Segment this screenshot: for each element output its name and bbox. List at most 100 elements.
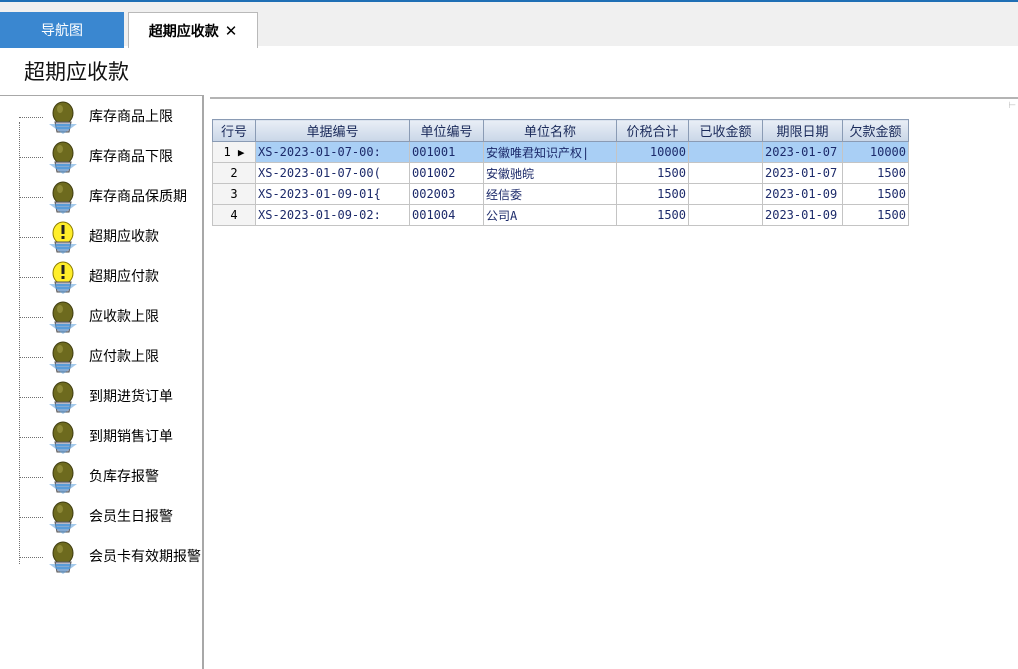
lightbulb-alert-icon — [45, 220, 81, 256]
tree-item-label: 库存商品保质期 — [89, 189, 187, 205]
tree-item[interactable]: 到期进货订单 — [19, 376, 204, 416]
unit-no-cell[interactable]: 001001 — [409, 141, 484, 163]
doc-no-cell[interactable]: XS-2023-01-09-01{ — [255, 183, 410, 205]
current-row-indicator-icon: ▶ — [237, 146, 245, 159]
tree-item-label: 负库存报警 — [89, 469, 159, 485]
data-grid-panel: ⊢ 行号 单据编号 单位编号 单位名称 价税合计 已收金额 期限日期 欠款金额 … — [210, 97, 1018, 669]
unit-name-cell[interactable]: 经信委 — [483, 183, 617, 205]
lightbulb-off-icon — [45, 380, 81, 416]
unit-name-cell[interactable]: 公司A — [483, 204, 617, 226]
tree-item[interactable]: 超期应收款 — [19, 216, 204, 256]
tree-connector — [19, 197, 43, 198]
tree-item-label: 应收款上限 — [89, 309, 159, 325]
due-date-cell[interactable]: 2023-01-07 — [762, 162, 843, 184]
lightbulb-off-icon — [45, 460, 81, 496]
tree-item-label: 超期应收款 — [89, 229, 159, 245]
overdue-receivables-table: 行号 单据编号 单位编号 单位名称 价税合计 已收金额 期限日期 欠款金额 1 … — [212, 119, 909, 226]
tree-item[interactable]: 超期应付款 — [19, 256, 204, 296]
tree-connector — [19, 117, 43, 118]
tree-item[interactable]: 库存商品保质期 — [19, 176, 204, 216]
alert-tree: 库存商品上限 库存商品下限 库存商品保质期 超期应收款超期应付款应收款上限应付款上限到… — [0, 95, 204, 669]
column-header-unit-no[interactable]: 单位编号 — [409, 119, 484, 142]
unit-no-cell[interactable]: 001002 — [409, 162, 484, 184]
received-cell[interactable] — [688, 204, 763, 226]
row-number: 3 — [230, 187, 238, 201]
lightbulb-alert-icon — [45, 260, 81, 296]
tree-item-label: 应付款上限 — [89, 349, 159, 365]
total-cell[interactable]: 1500 — [616, 162, 689, 184]
tab-label: 导航图 — [41, 23, 83, 39]
tree-item-label: 到期进货订单 — [89, 389, 173, 405]
lightbulb-off-icon — [45, 300, 81, 336]
owed-cell[interactable]: 1500 — [842, 162, 909, 184]
total-cell[interactable]: 10000 — [616, 141, 689, 163]
row-number-cell: 4 — [212, 204, 256, 226]
tree-connector — [19, 557, 43, 558]
grid-resize-grip[interactable]: ⊢ — [1008, 101, 1016, 111]
doc-no-cell[interactable]: XS-2023-01-07-00: — [255, 141, 410, 163]
received-cell[interactable] — [688, 183, 763, 205]
tree-item-label: 库存商品下限 — [89, 149, 173, 165]
row-number-cell: 1 ▶ — [212, 141, 256, 163]
table-row[interactable]: 4 XS-2023-01-09-02: 001004 公司A 1500 2023-01-0… — [212, 204, 909, 226]
column-header-unit-name[interactable]: 单位名称 — [483, 119, 617, 142]
owed-cell[interactable]: 1500 — [842, 204, 909, 226]
due-date-cell[interactable]: 2023-01-09 — [762, 183, 843, 205]
close-icon[interactable]: ✕ — [225, 22, 238, 40]
received-cell[interactable] — [688, 141, 763, 163]
tree-connector — [19, 437, 43, 438]
tree-item[interactable]: 负库存报警 — [19, 456, 204, 496]
doc-no-cell[interactable]: XS-2023-01-09-02: — [255, 204, 410, 226]
received-cell[interactable] — [688, 162, 763, 184]
tree-item-label: 会员生日报警 — [89, 509, 173, 525]
tree-connector — [19, 517, 43, 518]
tree-item-label: 库存商品上限 — [89, 109, 173, 125]
tree-item[interactable]: 库存商品下限 — [19, 136, 204, 176]
owed-cell[interactable]: 10000 — [842, 141, 909, 163]
lightbulb-off-icon — [45, 100, 81, 136]
due-date-cell[interactable]: 2023-01-07 — [762, 141, 843, 163]
column-header-total[interactable]: 价税合计 — [616, 119, 689, 142]
tree-item[interactable]: 到期销售订单 — [19, 416, 204, 456]
column-header-received[interactable]: 已收金额 — [688, 119, 763, 142]
tree-connector — [19, 477, 43, 478]
unit-name-cell[interactable]: 安徽驰皖 — [483, 162, 617, 184]
tree-connector — [19, 237, 43, 238]
lightbulb-off-icon — [45, 540, 81, 576]
unit-no-cell[interactable]: 002003 — [409, 183, 484, 205]
unit-no-cell[interactable]: 001004 — [409, 204, 484, 226]
lightbulb-off-icon — [45, 180, 81, 216]
tree-item[interactable]: 库存商品上限 — [19, 96, 204, 136]
tab-label: 超期应收款 — [148, 23, 219, 40]
column-header-row-no[interactable]: 行号 — [212, 119, 256, 142]
tab-bar: 导航图 超期应收款 ✕ — [0, 0, 1018, 48]
tree-connector — [19, 157, 43, 158]
tree-connector — [19, 357, 43, 358]
table-row[interactable]: 3 XS-2023-01-09-01{002003 经信委 1500 2023-01-0… — [212, 183, 909, 205]
column-header-owed[interactable]: 欠款金额 — [842, 119, 909, 142]
owed-cell[interactable]: 1500 — [842, 183, 909, 205]
total-cell[interactable]: 1500 — [616, 204, 689, 226]
table-row[interactable]: 2 XS-2023-01-07-00(001002 安徽驰皖 1500 2023-01-… — [212, 162, 909, 184]
tab-navigation-map[interactable]: 导航图 — [0, 12, 124, 48]
column-header-doc-no[interactable]: 单据编号 — [255, 119, 410, 142]
table-header-row: 行号 单据编号 单位编号 单位名称 价税合计 已收金额 期限日期 欠款金额 — [212, 119, 909, 142]
tree-item[interactable]: 应收款上限 — [19, 296, 204, 336]
tree-item[interactable]: 应付款上限 — [19, 336, 204, 376]
doc-no-cell[interactable]: XS-2023-01-07-00( — [255, 162, 410, 184]
tree-item[interactable]: 会员生日报警 — [19, 496, 204, 536]
lightbulb-off-icon — [45, 500, 81, 536]
tab-overdue-receivables[interactable]: 超期应收款 ✕ — [128, 12, 258, 48]
tree-item-label: 到期销售订单 — [89, 429, 173, 445]
due-date-cell[interactable]: 2023-01-09 — [762, 204, 843, 226]
table-row[interactable]: 1 ▶ XS-2023-01-07-00: 001001 安徽唯君知识产权| 10000… — [212, 141, 909, 163]
tree-item[interactable]: 会员卡有效期报警 — [19, 536, 204, 576]
column-header-due-date[interactable]: 期限日期 — [762, 119, 843, 142]
page-title: 超期应收款 — [24, 60, 129, 84]
lightbulb-off-icon — [45, 420, 81, 456]
total-cell[interactable]: 1500 — [616, 183, 689, 205]
unit-name-cell[interactable]: 安徽唯君知识产权| — [483, 141, 617, 163]
lightbulb-off-icon — [45, 340, 81, 376]
row-number-cell: 2 — [212, 162, 256, 184]
tree-item-label: 会员卡有效期报警 — [89, 549, 201, 565]
